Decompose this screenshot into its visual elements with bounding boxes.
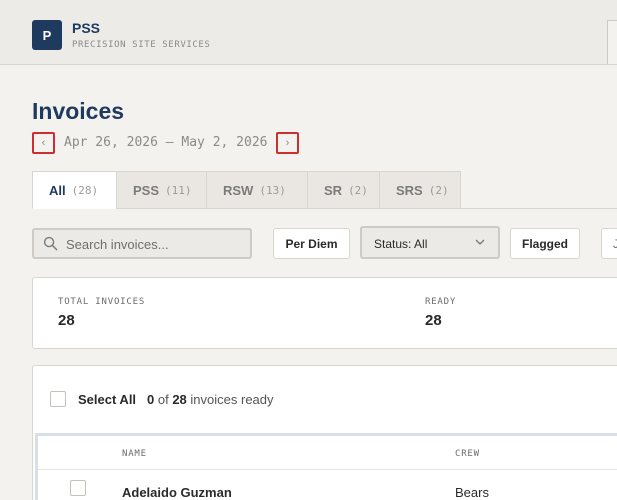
total-invoices-value: 28: [58, 312, 75, 329]
tab-srs[interactable]: SRS (2): [379, 171, 461, 209]
column-header-crew[interactable]: CREW: [455, 449, 480, 459]
tab-rsw[interactable]: RSW (13): [206, 171, 307, 209]
stats-panel: TOTAL INVOICES 28 READY 28: [32, 277, 617, 349]
tab-pss[interactable]: PSS (11): [116, 171, 206, 209]
tab-count: (11): [165, 183, 192, 197]
tab-label: SR: [324, 182, 343, 198]
tab-count: (2): [348, 183, 368, 197]
invoice-tabs: All (28) PSS (11) RSW (13) SR (2) SRS (2…: [32, 171, 461, 209]
row-crew: Bears: [455, 485, 489, 500]
header-divider: [38, 469, 617, 470]
date-range: Apr 26, 2026 – May 2, 2026: [64, 135, 268, 150]
page-title: Invoices: [32, 98, 125, 124]
column-header-name[interactable]: NAME: [122, 449, 147, 459]
select-all-label[interactable]: Select All: [78, 392, 136, 407]
ready-count: 0: [147, 392, 155, 407]
tab-sr[interactable]: SR (2): [307, 171, 379, 209]
chevron-left-icon: ‹: [41, 137, 46, 149]
search-box[interactable]: [32, 228, 252, 259]
total-invoices-label: TOTAL INVOICES: [58, 297, 146, 307]
chevron-right-icon: ›: [285, 137, 290, 149]
tabs-divider: [460, 208, 617, 209]
per-diem-button[interactable]: Per Diem: [273, 228, 350, 259]
brand-name: PSS: [72, 20, 101, 36]
tab-label: RSW: [223, 182, 254, 198]
search-input[interactable]: [66, 235, 246, 253]
top-right-button[interactable]: [607, 20, 617, 64]
chevron-down-icon: [475, 239, 485, 245]
flagged-button[interactable]: Flagged: [510, 228, 580, 259]
tab-label: PSS: [133, 182, 160, 198]
row-checkbox[interactable]: [70, 480, 86, 496]
invoice-table-card: Select All 0 of 28 invoices ready NAME C…: [32, 365, 617, 500]
ready-of: of: [157, 392, 169, 407]
brand-subtitle: PRECISION SITE SERVICES: [72, 40, 211, 50]
status-filter-value: Status: All: [374, 237, 428, 251]
tab-all[interactable]: All (28): [32, 171, 116, 209]
row-name[interactable]: Adelaido Guzman: [122, 485, 232, 500]
tab-count: (13): [259, 183, 286, 197]
tab-count: (28): [71, 183, 99, 197]
logo: P: [32, 20, 62, 50]
previous-week-button[interactable]: ‹: [32, 132, 55, 154]
ready-value: 28: [425, 312, 442, 329]
top-bar: P PSS PRECISION SITE SERVICES: [0, 0, 617, 65]
tab-label: SRS: [396, 182, 423, 198]
tab-label: All: [49, 182, 66, 198]
status-filter-select[interactable]: Status: All: [360, 226, 500, 259]
invoice-table: NAME CREW Adelaido Guzman Bears: [35, 433, 617, 500]
tab-count: (2): [428, 183, 449, 197]
ready-label: READY: [425, 297, 457, 307]
ready-suffix: invoices ready: [190, 392, 274, 407]
extra-filter-button[interactable]: J: [601, 228, 617, 259]
select-all-checkbox[interactable]: [50, 391, 66, 407]
ready-total: 28: [172, 392, 187, 407]
search-icon: [43, 236, 58, 251]
next-week-button[interactable]: ›: [276, 132, 299, 154]
ready-summary: 0 of 28 invoices ready: [147, 392, 274, 407]
